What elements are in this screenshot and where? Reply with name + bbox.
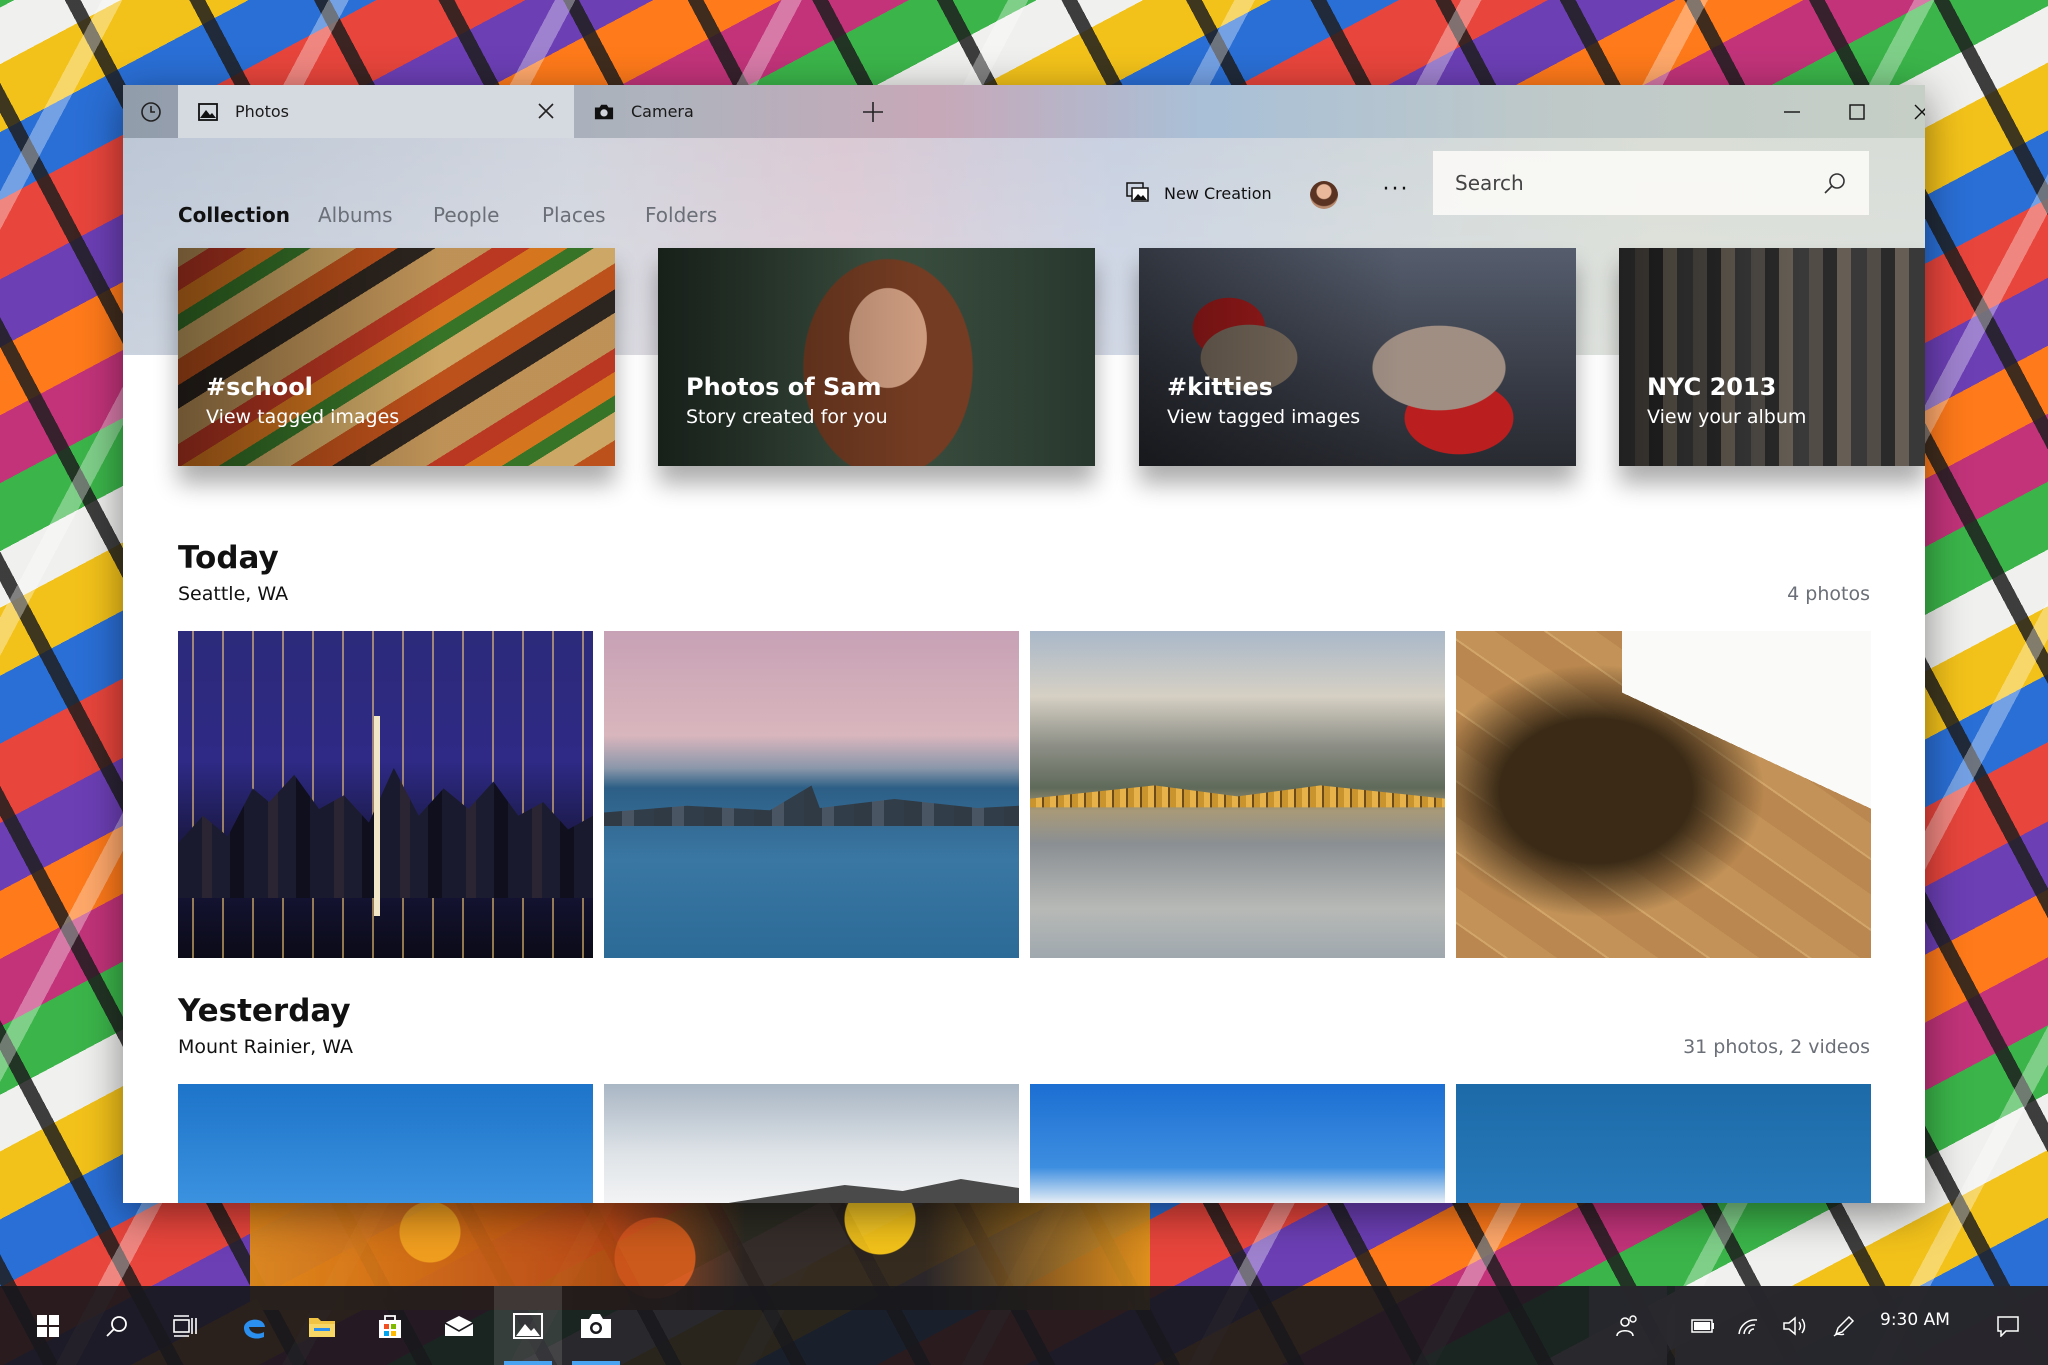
wifi-icon <box>1738 1318 1758 1334</box>
taskbar-search-button[interactable] <box>83 1286 151 1365</box>
start-button[interactable] <box>14 1286 82 1365</box>
avatar[interactable] <box>1310 181 1338 209</box>
card-subtitle: View your album <box>1647 406 1807 428</box>
card-photos-of-sam[interactable]: Photos of Sam Story created for you <box>658 248 1095 466</box>
photo-thumbnail[interactable] <box>604 631 1019 958</box>
nav-albums[interactable]: Albums <box>318 203 393 227</box>
search-placeholder: Search <box>1455 171 1524 195</box>
camera-icon <box>581 1313 611 1338</box>
ink-workspace-button[interactable] <box>1816 1286 1872 1365</box>
new-creation-button[interactable]: New Creation <box>1126 173 1272 213</box>
photo-thumbnail[interactable] <box>178 1084 593 1203</box>
card-title: Photos of Sam <box>686 373 882 401</box>
close-icon <box>538 103 554 119</box>
taskbar-edge-button[interactable] <box>220 1286 288 1365</box>
folder-icon <box>309 1317 335 1337</box>
section-count: 31 photos, 2 videos <box>1683 1036 1870 1058</box>
card-title: #school <box>206 373 313 401</box>
search-input[interactable]: Search <box>1433 151 1869 215</box>
pen-icon <box>1833 1315 1855 1337</box>
card-title: NYC 2013 <box>1647 373 1777 401</box>
clock-icon <box>140 101 161 122</box>
card-subtitle: View tagged images <box>206 406 400 428</box>
section-location: Seattle, WA <box>178 583 289 605</box>
minimize-button[interactable] <box>1760 85 1824 138</box>
nav-folders[interactable]: Folders <box>645 203 717 227</box>
taskbar-file-explorer-button[interactable] <box>288 1286 356 1365</box>
section-location: Mount Rainier, WA <box>178 1036 353 1058</box>
mail-icon <box>444 1315 474 1336</box>
taskbar-clock[interactable]: 9:30 AM <box>1880 1310 1950 1330</box>
new-tab-button[interactable] <box>857 96 889 128</box>
close-tab-button[interactable] <box>532 97 560 125</box>
edge-browser-icon <box>244 1319 265 1339</box>
new-creation-label: New Creation <box>1164 183 1272 203</box>
nav-collection[interactable]: Collection <box>178 203 290 227</box>
volume-icon <box>1783 1315 1806 1336</box>
photo-thumbnail[interactable] <box>178 631 593 958</box>
taskbar-photos-button[interactable] <box>494 1286 562 1365</box>
maximize-icon <box>1849 103 1865 120</box>
photo-thumbnail[interactable] <box>604 1084 1019 1203</box>
more-options-button[interactable]: ··· <box>1379 179 1413 209</box>
photo-thumbnail[interactable] <box>1456 1084 1871 1203</box>
card-school[interactable]: #school View tagged images <box>178 248 615 466</box>
system-tray <box>1675 1286 2048 1365</box>
card-title: #kitties <box>1167 373 1274 401</box>
section-title-yesterday: Yesterday <box>178 993 351 1029</box>
minimize-icon <box>1784 110 1800 113</box>
taskbar-camera-button[interactable] <box>562 1286 630 1365</box>
search-icon <box>106 1315 127 1337</box>
people-icon <box>1616 1314 1637 1336</box>
nav-people[interactable]: People <box>433 203 499 227</box>
photos-app-window: Photos Camera Collection Albums People P… <box>123 85 1925 1203</box>
photos-icon <box>198 102 218 121</box>
volume-button[interactable] <box>1767 1286 1823 1365</box>
store-icon <box>379 1314 401 1338</box>
plus-icon <box>863 102 883 122</box>
taskbar-store-button[interactable] <box>356 1286 424 1365</box>
close-icon <box>1914 104 1925 119</box>
nav-places[interactable]: Places <box>542 203 606 227</box>
tab-photos[interactable]: Photos <box>178 85 574 138</box>
task-view-button[interactable] <box>151 1286 219 1365</box>
taskbar <box>0 1286 2048 1365</box>
history-button[interactable] <box>123 85 178 138</box>
photo-thumbnail[interactable] <box>1030 1084 1445 1203</box>
title-bar: Photos Camera <box>123 85 1925 138</box>
close-window-button[interactable] <box>1890 85 1925 138</box>
tab-label: Photos <box>235 102 289 121</box>
section-count: 4 photos <box>1787 583 1870 605</box>
battery-icon <box>1691 1318 1714 1333</box>
photo-thumbnail[interactable] <box>1456 631 1871 958</box>
tab-camera[interactable]: Camera <box>574 85 835 138</box>
people-tray <box>1589 1286 1667 1365</box>
photos-icon <box>513 1312 543 1339</box>
maximize-button[interactable] <box>1825 85 1889 138</box>
card-subtitle: Story created for you <box>686 406 888 428</box>
task-view-icon <box>173 1314 197 1337</box>
card-kitties[interactable]: #kitties View tagged images <box>1139 248 1576 466</box>
search-icon <box>1824 173 1845 194</box>
card-nyc-2013[interactable]: NYC 2013 View your album <box>1619 248 1925 466</box>
camera-icon <box>594 103 614 121</box>
card-subtitle: View tagged images <box>1167 406 1361 428</box>
windows-logo-icon <box>37 1314 59 1337</box>
new-creation-icon <box>1126 182 1149 202</box>
people-button[interactable] <box>1594 1286 1662 1365</box>
section-title-today: Today <box>178 540 279 576</box>
notification-icon <box>1997 1315 2019 1337</box>
taskbar-mail-button[interactable] <box>425 1286 493 1365</box>
tab-label: Camera <box>631 102 694 121</box>
photo-thumbnail[interactable] <box>1030 631 1445 958</box>
action-center-button[interactable] <box>1980 1286 2036 1365</box>
